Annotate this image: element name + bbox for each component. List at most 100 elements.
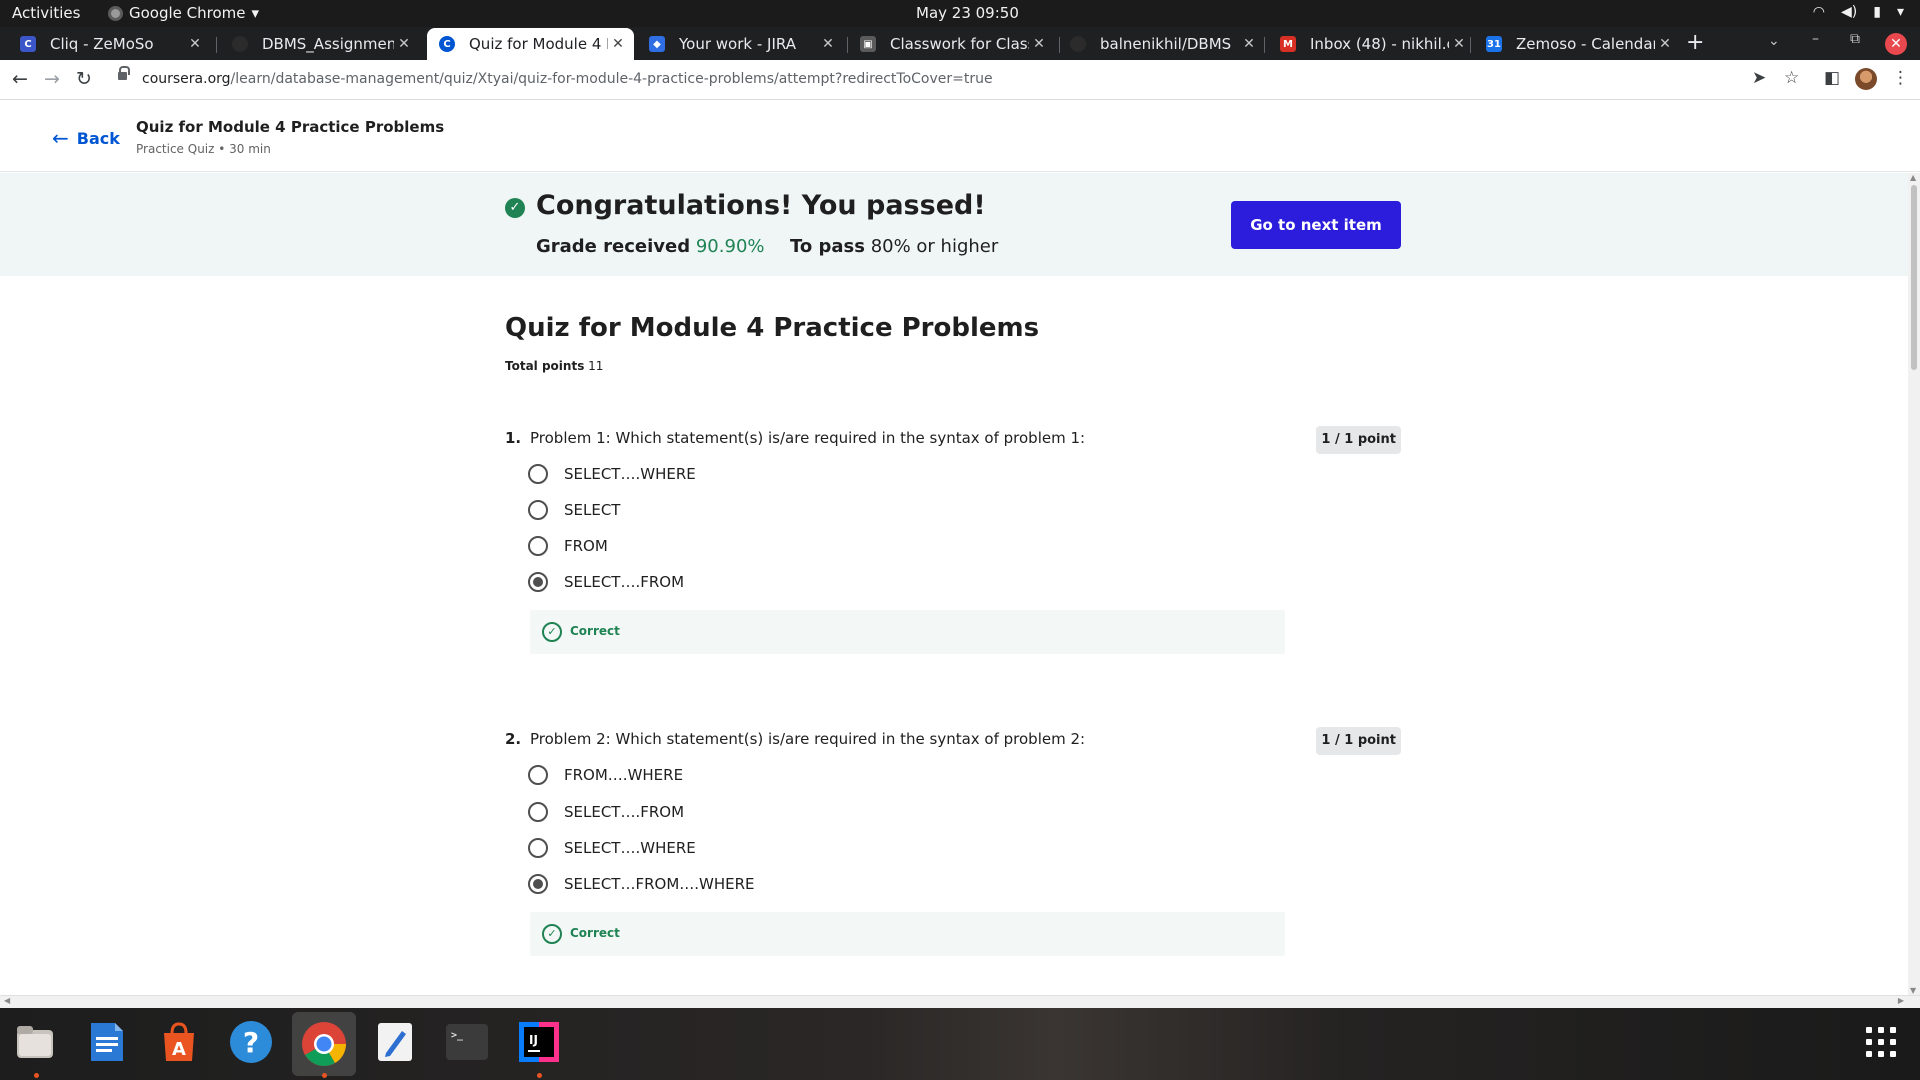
tab-coursera-quiz[interactable]: C Quiz for Module 4 Pra ✕ (427, 28, 634, 60)
answer-option[interactable]: SELECT….WHERE (528, 838, 696, 858)
close-icon[interactable]: ✕ (1655, 36, 1675, 52)
bookmark-star-icon[interactable]: ☆ (1784, 68, 1799, 88)
scroll-up-icon[interactable]: ▲ (1910, 173, 1916, 182)
tab-classroom[interactable]: ▣ Classwork for Class o ✕ (848, 28, 1055, 60)
option-label: SELECT (564, 501, 621, 519)
kebab-menu-icon[interactable]: ⋮ (1892, 68, 1909, 88)
pass-value: 80% or higher (870, 236, 999, 257)
go-to-next-item-button[interactable]: Go to next item (1231, 201, 1401, 249)
close-icon[interactable]: ✕ (1029, 36, 1049, 52)
radio-button[interactable] (528, 464, 548, 484)
activities-button[interactable]: Activities (12, 4, 80, 22)
lock-icon[interactable] (118, 66, 130, 80)
tab-cliq[interactable]: C Cliq - ZeMoSo ✕ (8, 28, 211, 60)
radio-button[interactable] (528, 765, 548, 785)
tab-divider (1470, 37, 1471, 53)
radio-button[interactable] (528, 536, 548, 556)
software-center-icon[interactable]: A (155, 1018, 203, 1066)
tab-jira[interactable]: ◆ Your work - JIRA ✕ (637, 28, 844, 60)
tab-strip: C Cliq - ZeMoSo ✕ DBMS_Assignments/ ✕ C … (0, 27, 1920, 60)
answer-option[interactable]: SELECT….FROM (528, 802, 684, 822)
intellij-icon[interactable]: IJ (515, 1018, 563, 1066)
tab-divider (1264, 37, 1265, 53)
back-link[interactable]: ← Back (52, 126, 120, 150)
url-path: /learn/database-management/quiz/Xtyai/qu… (230, 71, 993, 87)
address-bar[interactable]: coursera.org/learn/database-management/q… (142, 71, 993, 87)
chrome-icon[interactable] (292, 1012, 356, 1076)
svg-text:IJ: IJ (529, 1033, 538, 1047)
vertical-scrollbar[interactable]: ▲ ▼ (1908, 173, 1920, 995)
window-close-button[interactable]: ✕ (1885, 33, 1907, 55)
close-icon[interactable]: ✕ (608, 36, 628, 52)
close-icon[interactable]: ✕ (1449, 36, 1469, 52)
total-points-value: 11 (588, 359, 604, 373)
feedback-box: ✓ Correct (530, 912, 1285, 956)
answer-option-selected[interactable]: SELECT…FROM….WHERE (528, 874, 755, 894)
pass-label: To pass (789, 236, 865, 257)
answer-option[interactable]: SELECT (528, 500, 620, 520)
tab-github-dbms[interactable]: balnenikhil/DBMS ✕ (1058, 28, 1265, 60)
forward-arrow-icon[interactable]: → (44, 68, 60, 90)
close-icon[interactable]: ✕ (394, 36, 414, 52)
running-indicator (537, 1073, 542, 1078)
system-top-bar: Activities Google Chrome ▾ May 23 09:50 … (0, 0, 1920, 27)
libreoffice-writer-icon[interactable] (83, 1018, 131, 1066)
grade-label: Grade received (536, 236, 691, 257)
scroll-left-icon[interactable]: ◀ (4, 996, 10, 1005)
tab-calendar[interactable]: 31 Zemoso - Calendar - W ✕ (1474, 28, 1681, 60)
check-circle-icon: ✓ (542, 622, 562, 642)
scrollbar-thumb[interactable] (1911, 185, 1917, 370)
restore-icon[interactable]: ⧉ (1850, 31, 1860, 47)
header-title: Quiz for Module 4 Practice Problems (136, 118, 445, 136)
running-indicator (322, 1073, 327, 1078)
radio-button-selected[interactable] (528, 874, 548, 894)
scroll-right-icon[interactable]: ▶ (1898, 996, 1904, 1005)
app-menu[interactable]: Google Chrome ▾ (108, 4, 259, 22)
arrow-left-icon: ← (52, 126, 69, 150)
check-circle-icon: ✓ (542, 924, 562, 944)
text-editor-icon[interactable] (371, 1018, 419, 1066)
running-indicator (34, 1073, 39, 1078)
answer-option[interactable]: FROM….WHERE (528, 765, 683, 785)
gmail-icon: M (1280, 36, 1296, 52)
chevron-down-icon: ▾ (1896, 4, 1904, 20)
radio-button[interactable] (528, 500, 548, 520)
system-tray[interactable]: ◠ ◀) ▮ ▾ (1813, 4, 1904, 20)
question-text: Problem 1: Which statement(s) is/are req… (530, 429, 1086, 447)
help-icon[interactable]: ? (227, 1018, 275, 1066)
radio-button-selected[interactable] (528, 572, 548, 592)
classroom-icon: ▣ (860, 36, 876, 52)
back-arrow-icon[interactable]: ← (12, 68, 28, 90)
points-badge: 1 / 1 point (1316, 426, 1401, 454)
close-icon[interactable]: ✕ (1239, 36, 1259, 52)
side-panel-icon[interactable]: ◧ (1824, 68, 1840, 88)
close-icon[interactable]: ✕ (185, 36, 205, 52)
tab-search-icon[interactable]: ⌄ (1768, 33, 1780, 49)
tab-title: Quiz for Module 4 Pra (469, 35, 608, 53)
grade-value: 90.90% (695, 236, 765, 257)
answer-option[interactable]: FROM (528, 536, 608, 556)
terminal-icon[interactable]: >_ (443, 1018, 491, 1066)
answer-option[interactable]: SELECT….WHERE (528, 464, 696, 484)
radio-button[interactable] (528, 838, 548, 858)
profile-avatar[interactable] (1855, 68, 1877, 90)
svg-text:>_: >_ (451, 1030, 464, 1041)
close-icon[interactable]: ✕ (818, 36, 838, 52)
clock[interactable]: May 23 09:50 (916, 4, 1019, 22)
show-applications-icon[interactable] (1866, 1027, 1896, 1057)
minimize-icon[interactable]: – (1812, 31, 1819, 47)
radio-button[interactable] (528, 802, 548, 822)
new-tab-button[interactable]: + (1686, 30, 1704, 55)
horizontal-scrollbar[interactable]: ◀ ▶ (0, 995, 1920, 1008)
browser-toolbar: ← → ↻ coursera.org/learn/database-manage… (0, 60, 1920, 100)
tab-gmail[interactable]: M Inbox (48) - nikhil.cha ✕ (1268, 28, 1475, 60)
send-icon[interactable]: ➤ (1752, 68, 1766, 88)
svg-text:A: A (172, 1039, 186, 1060)
reload-icon[interactable]: ↻ (76, 68, 92, 90)
tab-dbms-assignments[interactable]: DBMS_Assignments/ ✕ (220, 28, 420, 60)
feedback-box: ✓ Correct (530, 610, 1285, 654)
scroll-down-icon[interactable]: ▼ (1910, 986, 1916, 995)
answer-option-selected[interactable]: SELECT….FROM (528, 572, 684, 592)
files-app-icon[interactable] (11, 1018, 59, 1066)
url-host: coursera.org (142, 71, 231, 87)
